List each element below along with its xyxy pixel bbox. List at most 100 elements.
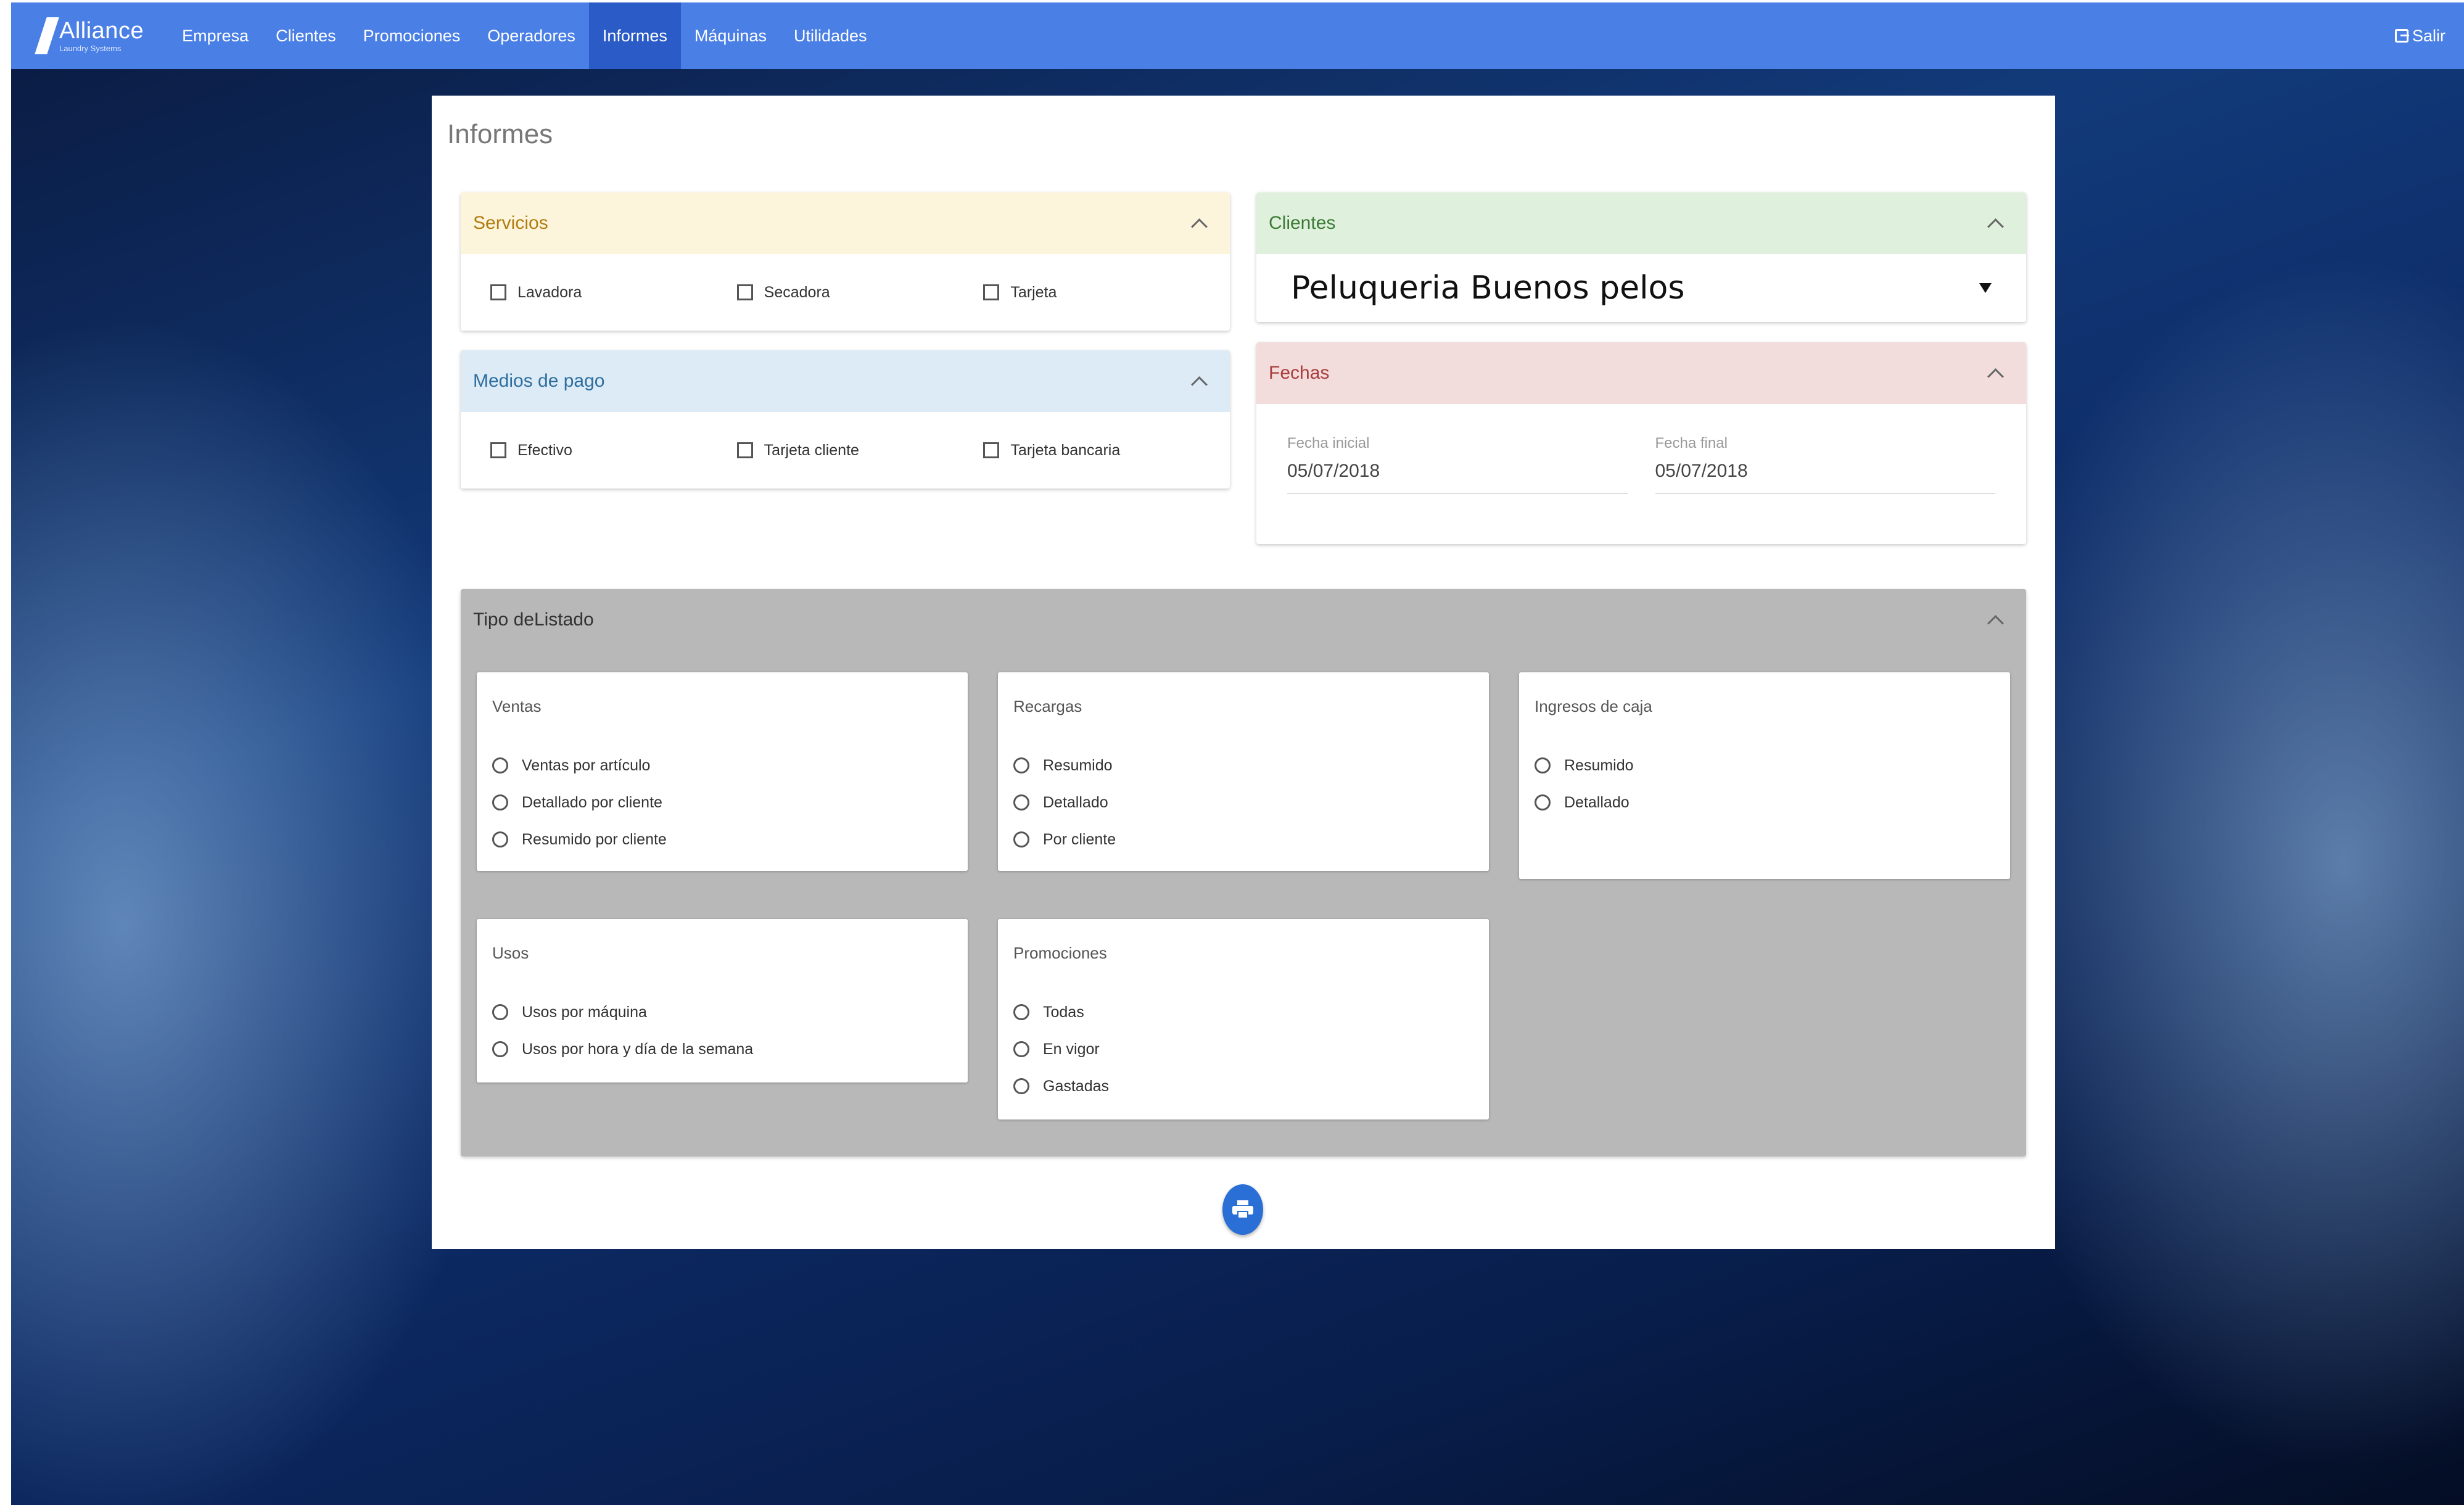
checkbox[interactable] <box>490 284 506 300</box>
checkbox[interactable] <box>983 442 1000 458</box>
radio-promociones-todas[interactable]: Todas <box>1013 994 1473 1031</box>
logout-button[interactable]: Salir <box>2376 2 2464 69</box>
radio-label: Detallado <box>1564 793 1630 811</box>
page-title: Informes <box>447 119 553 149</box>
ingresos-options: Resumido Detallado <box>1519 716 2010 821</box>
check-secadora[interactable]: Secadora <box>736 284 984 302</box>
clientes-selected-value: Peluqueria Buenos pelos <box>1291 270 1685 307</box>
usos-title: Usos <box>492 944 529 962</box>
chevron-up-icon[interactable] <box>1987 614 2004 632</box>
radio-ingresos-resumido[interactable]: Resumido <box>1535 747 1995 784</box>
tipo-listado-header[interactable]: Tipo deListado <box>461 589 2026 651</box>
tipo-listado-title: Tipo deListado <box>473 609 594 630</box>
medios-pago-title: Medios de pago <box>473 371 605 391</box>
fecha-inicial-field[interactable]: Fecha inicial 05/07/2018 <box>1287 435 1628 494</box>
usos-card: Usos Usos por máquina Usos por hora y dí… <box>477 919 968 1082</box>
radio-usos-por-hora-dia[interactable]: Usos por hora y día de la semana <box>492 1031 952 1068</box>
brand-subtitle: Laundry Systems <box>59 44 122 53</box>
radio-label: Resumido <box>1564 756 1634 774</box>
brand-text: Alliance Laundry Systems <box>59 19 144 52</box>
check-label: Lavadora <box>517 283 582 301</box>
checkbox[interactable] <box>736 442 753 458</box>
radio-button[interactable] <box>492 757 508 773</box>
logout-label: Salir <box>2412 26 2445 45</box>
clientes-title: Clientes <box>1269 213 1336 233</box>
nav-item-informes[interactable]: Informes <box>588 2 681 69</box>
clientes-select[interactable]: Peluqueria Buenos pelos <box>1256 254 2026 322</box>
fecha-final-field[interactable]: Fecha final 05/07/2018 <box>1655 435 1996 494</box>
radio-button[interactable] <box>492 831 508 847</box>
nav-item-utilidades[interactable]: Utilidades <box>780 2 881 69</box>
radio-promociones-gastadas[interactable]: Gastadas <box>1013 1068 1473 1105</box>
radio-label: Ventas por artículo <box>522 756 651 774</box>
nav-item-maquinas[interactable]: Máquinas <box>681 2 780 69</box>
radio-button[interactable] <box>1535 757 1551 773</box>
radio-button[interactable] <box>1013 831 1029 847</box>
ventas-title: Ventas <box>492 697 542 715</box>
clientes-panel: Clientes Peluqueria Buenos pelos <box>1256 192 2026 322</box>
chevron-up-icon[interactable] <box>1191 218 1208 235</box>
check-label: Tarjeta cliente <box>764 441 859 459</box>
radio-label: Detallado <box>1043 793 1108 811</box>
servicios-header[interactable]: Servicios <box>461 192 1230 254</box>
checkbox[interactable] <box>490 442 506 458</box>
radio-label: Por cliente <box>1043 830 1116 848</box>
radio-button[interactable] <box>492 1004 508 1020</box>
chevron-up-icon[interactable] <box>1987 368 2004 385</box>
check-label: Tarjeta bancaria <box>1010 441 1121 459</box>
nav-item-clientes[interactable]: Clientes <box>262 2 350 69</box>
radio-button[interactable] <box>1535 794 1551 810</box>
usos-options: Usos por máquina Usos por hora y día de … <box>477 963 968 1068</box>
radio-button[interactable] <box>1013 1004 1029 1020</box>
radio-ingresos-detallado[interactable]: Detallado <box>1535 784 1995 821</box>
medios-pago-options: Efectivo Tarjeta cliente Tarjeta bancari… <box>461 412 1230 489</box>
radio-label: Todas <box>1043 1003 1084 1021</box>
nav-item-empresa[interactable]: Empresa <box>168 2 262 69</box>
recargas-options: Resumido Detallado Por cliente <box>998 716 1489 858</box>
radio-recargas-detallado[interactable]: Detallado <box>1013 784 1473 821</box>
checkbox[interactable] <box>736 284 753 300</box>
radio-button[interactable] <box>492 794 508 810</box>
brand-logo[interactable]: Alliance Laundry Systems <box>11 2 168 69</box>
caret-down-icon[interactable] <box>1979 283 1992 293</box>
check-lavadora[interactable]: Lavadora <box>490 284 737 302</box>
radio-button[interactable] <box>1013 1041 1029 1057</box>
check-tarjeta-cliente[interactable]: Tarjeta cliente <box>736 441 984 460</box>
fechas-header[interactable]: Fechas <box>1256 342 2026 404</box>
radio-button[interactable] <box>1013 794 1029 810</box>
brand-slash-icon <box>35 17 59 54</box>
window-left-border <box>0 0 11 1505</box>
radio-label: Detallado por cliente <box>522 793 662 811</box>
radio-recargas-resumido[interactable]: Resumido <box>1013 747 1473 784</box>
clientes-header[interactable]: Clientes <box>1256 192 2026 254</box>
check-efectivo[interactable]: Efectivo <box>490 442 737 460</box>
servicios-panel: Servicios Lavadora Secadora Tarjeta <box>461 192 1230 331</box>
radio-button[interactable] <box>492 1041 508 1057</box>
radio-button[interactable] <box>1013 1078 1029 1094</box>
checkbox[interactable] <box>983 284 1000 300</box>
radio-promociones-en-vigor[interactable]: En vigor <box>1013 1031 1473 1068</box>
radio-usos-por-maquina[interactable]: Usos por máquina <box>492 994 952 1031</box>
check-tarjeta[interactable]: Tarjeta <box>983 284 1230 302</box>
fecha-inicial-value[interactable]: 05/07/2018 <box>1287 461 1628 482</box>
print-button[interactable] <box>1222 1184 1263 1235</box>
radio-button[interactable] <box>1013 757 1029 773</box>
fecha-final-value[interactable]: 05/07/2018 <box>1655 461 1996 482</box>
informes-card: Informes Servicios Lavadora Secadora Tar… <box>432 96 2055 1249</box>
radio-resumido-por-cliente[interactable]: Resumido por cliente <box>492 821 952 858</box>
radio-detallado-por-cliente[interactable]: Detallado por cliente <box>492 784 952 821</box>
radio-ventas-por-articulo[interactable]: Ventas por artículo <box>492 747 952 784</box>
radio-label: En vigor <box>1043 1040 1100 1058</box>
ingresos-caja-card: Ingresos de caja Resumido Detallado <box>1519 672 2010 879</box>
fecha-final-label: Fecha final <box>1655 435 1728 452</box>
chevron-up-icon[interactable] <box>1987 218 2004 235</box>
medios-pago-header[interactable]: Medios de pago <box>461 350 1230 412</box>
check-tarjeta-bancaria[interactable]: Tarjeta bancaria <box>983 442 1230 460</box>
recargas-card: Recargas Resumido Detallado Por cliente <box>998 672 1489 871</box>
chevron-up-icon[interactable] <box>1191 376 1208 393</box>
radio-label: Resumido por cliente <box>522 830 667 848</box>
nav-item-promociones[interactable]: Promociones <box>350 2 474 69</box>
nav-item-operadores[interactable]: Operadores <box>474 2 589 69</box>
printer-icon <box>1232 1200 1253 1219</box>
radio-recargas-por-cliente[interactable]: Por cliente <box>1013 821 1473 858</box>
